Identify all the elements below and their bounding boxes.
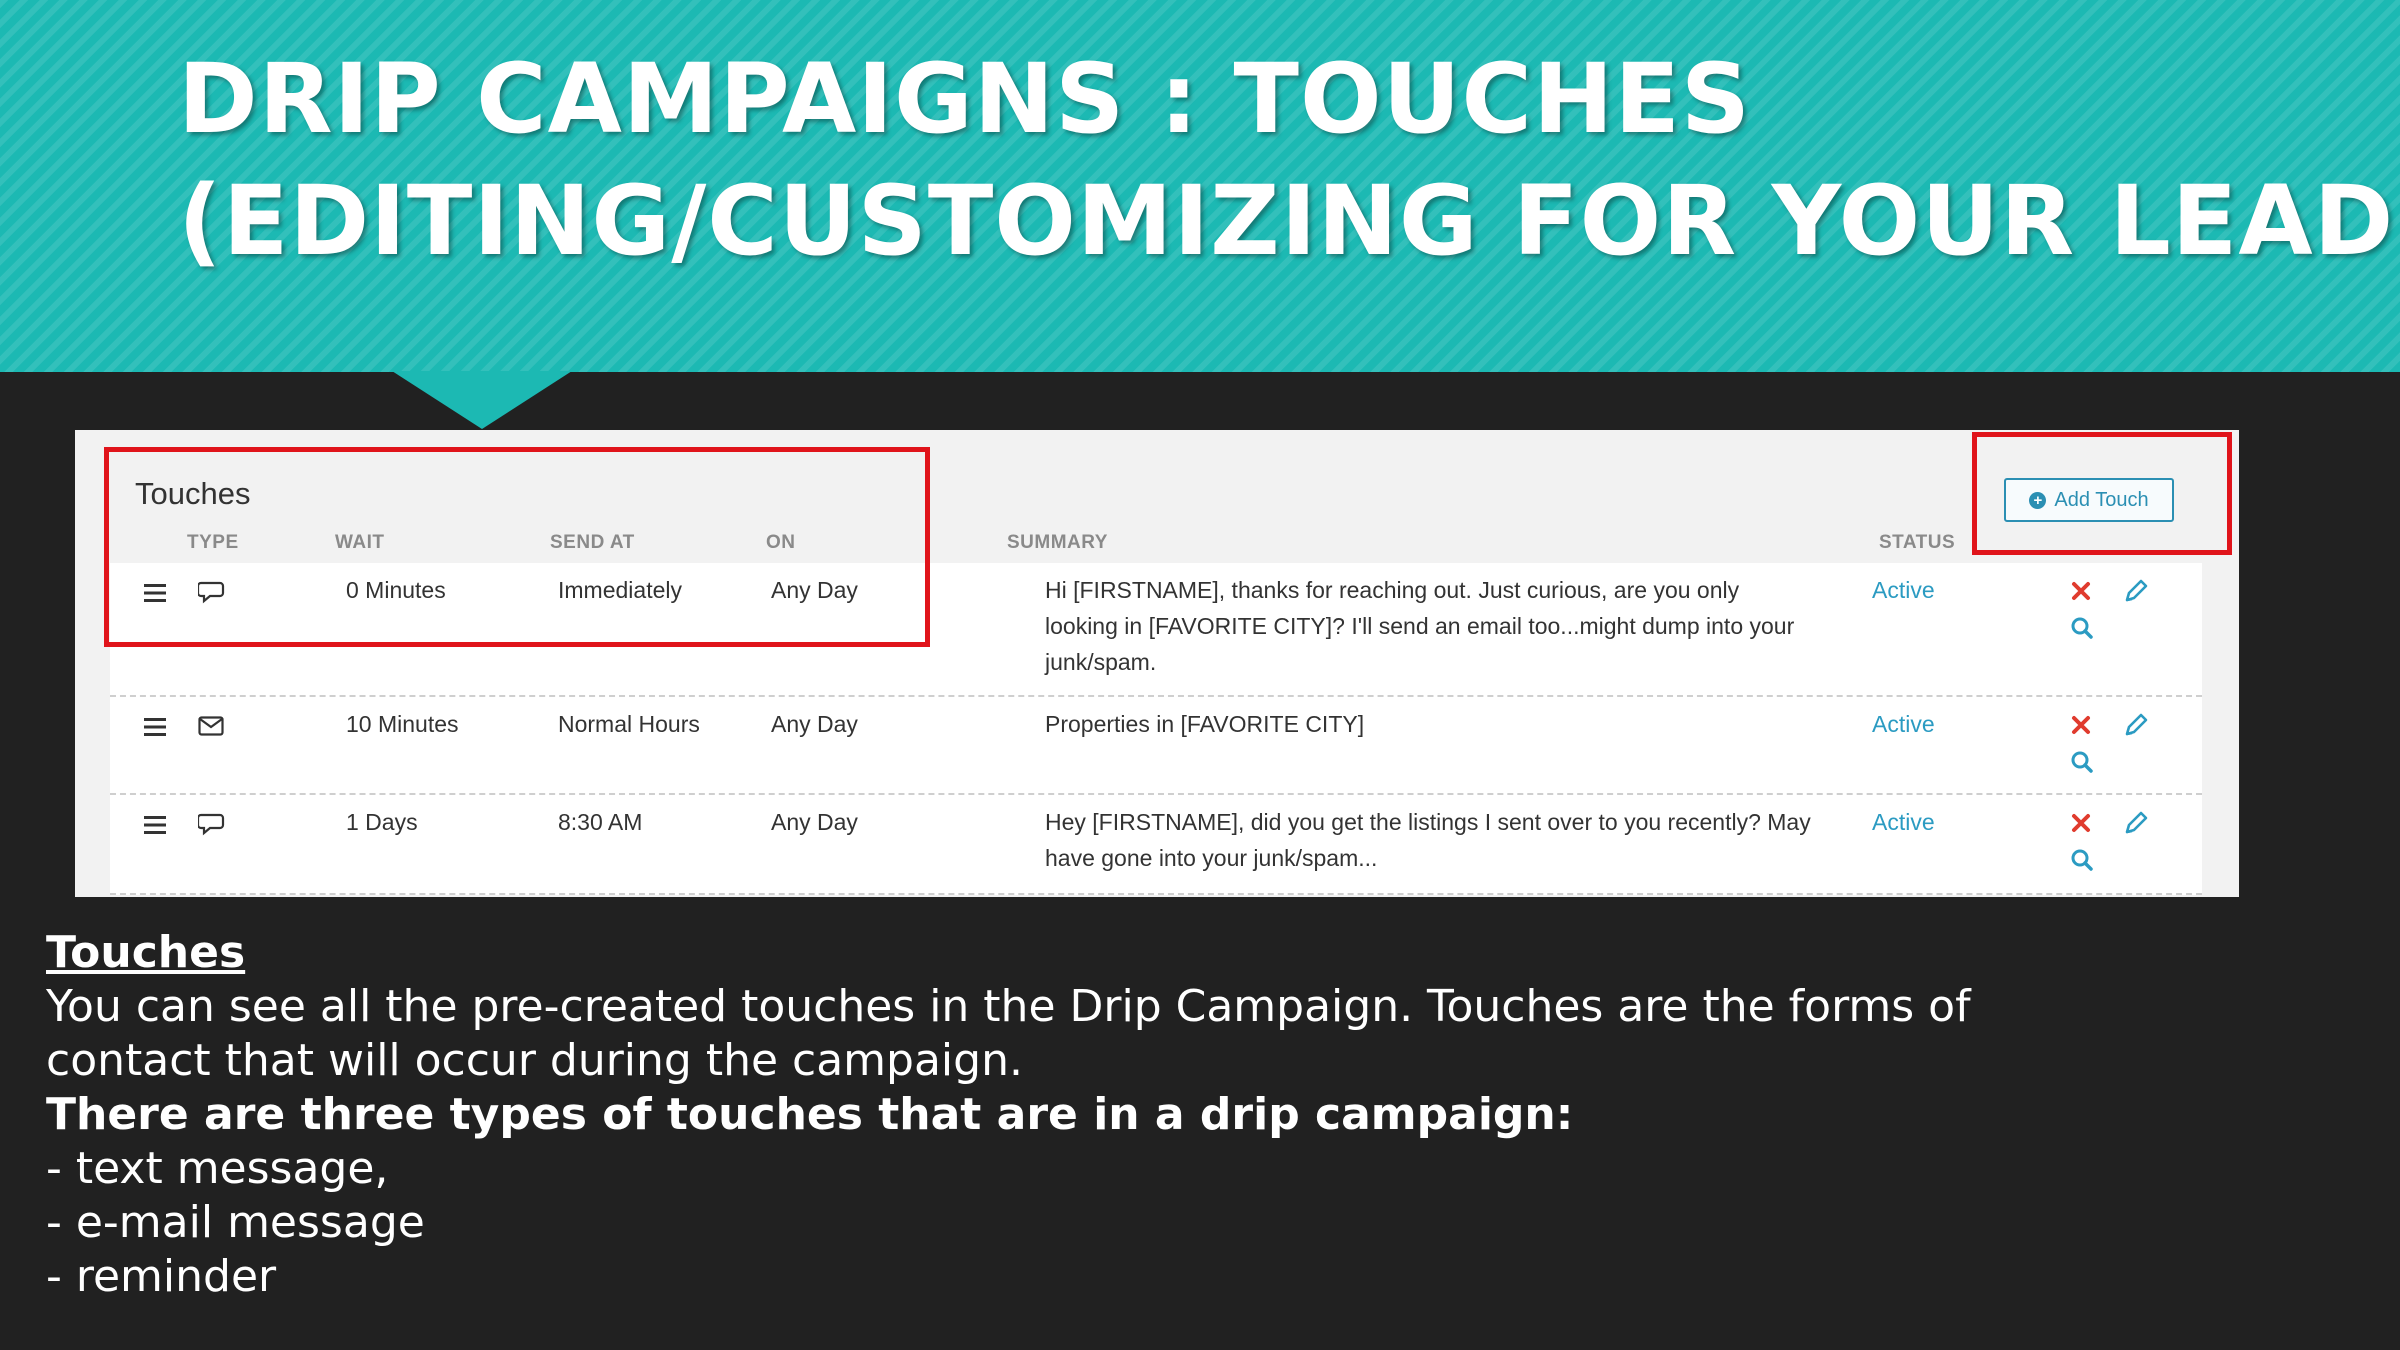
touch-summary: Hi [FIRSTNAME], thanks for reaching out.… xyxy=(1045,572,1845,680)
status-active-link[interactable]: Active xyxy=(1872,706,1935,742)
touch-summary-line: junk/spam. xyxy=(1045,649,1157,675)
edit-pencil-icon[interactable] xyxy=(2123,578,2149,604)
description-emphasis: There are three types of touches that ar… xyxy=(46,1089,1574,1140)
touch-on: Any Day xyxy=(771,711,858,737)
touch-row-2: 10 Minutes Normal Hours Any Day Properti… xyxy=(110,697,2202,795)
touch-wait: 1 Days xyxy=(346,809,418,835)
slide-title-line-2: (EDITING/CUSTOMIZING FOR YOUR LEADS) xyxy=(178,165,2400,277)
column-header-status: STATUS xyxy=(1879,532,1956,553)
touch-summary-line: Properties in [FAVORITE CITY] xyxy=(1045,711,1365,737)
highlight-box-columns xyxy=(104,447,930,647)
status-active-link[interactable]: Active xyxy=(1872,804,1935,840)
touch-wait: 10 Minutes xyxy=(346,711,459,737)
delete-icon[interactable] xyxy=(2071,715,2091,735)
view-search-icon[interactable] xyxy=(2071,849,2093,871)
description-heading: Touches xyxy=(46,927,246,978)
slide-title-line-1: DRIP CAMPAIGNS : TOUCHES xyxy=(178,43,1752,155)
banner-pointer xyxy=(392,371,572,429)
edit-pencil-icon[interactable] xyxy=(2123,712,2149,738)
description-text: Touches You can see all the pre-created … xyxy=(46,926,1971,1304)
touch-send-at: Normal Hours xyxy=(558,711,700,737)
chat-icon xyxy=(198,812,226,836)
drag-handle-icon[interactable] xyxy=(144,815,166,835)
touch-summary: Properties in [FAVORITE CITY] xyxy=(1045,706,1845,742)
slide-title: DRIP CAMPAIGNS : TOUCHES (EDITING/CUSTOM… xyxy=(178,38,2400,282)
touch-on: Any Day xyxy=(771,809,858,835)
drag-handle-icon[interactable] xyxy=(144,717,166,737)
status-active-link[interactable]: Active xyxy=(1872,572,1935,608)
view-search-icon[interactable] xyxy=(2071,617,2093,639)
touch-type-item: - reminder xyxy=(46,1251,277,1302)
touch-summary-line: have gone into your junk/spam... xyxy=(1045,845,1378,871)
touch-row-3: 1 Days 8:30 AM Any Day Hey [FIRSTNAME], … xyxy=(110,795,2202,895)
touch-summary: Hey [FIRSTNAME], did you get the listing… xyxy=(1045,804,1845,876)
touches-panel-screenshot: Touches TYPE WAIT SEND AT ON SUMMARY STA… xyxy=(75,430,2239,897)
description-line: contact that will occur during the campa… xyxy=(46,1035,1023,1086)
touch-summary-line: Hey [FIRSTNAME], did you get the listing… xyxy=(1045,809,1811,835)
touch-summary-line: Hi [FIRSTNAME], thanks for reaching out.… xyxy=(1045,577,1740,603)
touch-type-item: - text message, xyxy=(46,1143,389,1194)
touch-summary-line: looking in [FAVORITE CITY]? I'll send an… xyxy=(1045,613,1795,639)
envelope-icon xyxy=(198,716,224,736)
delete-icon[interactable] xyxy=(2071,813,2091,833)
view-search-icon[interactable] xyxy=(2071,751,2093,773)
delete-icon[interactable] xyxy=(2071,581,2091,601)
touch-send-at: 8:30 AM xyxy=(558,809,643,835)
touch-type-item: - e-mail message xyxy=(46,1197,425,1248)
edit-pencil-icon[interactable] xyxy=(2123,810,2149,836)
column-header-summary: SUMMARY xyxy=(1007,532,1108,553)
highlight-box-add-touch xyxy=(1972,432,2232,555)
description-line: You can see all the pre-created touches … xyxy=(46,981,1971,1032)
